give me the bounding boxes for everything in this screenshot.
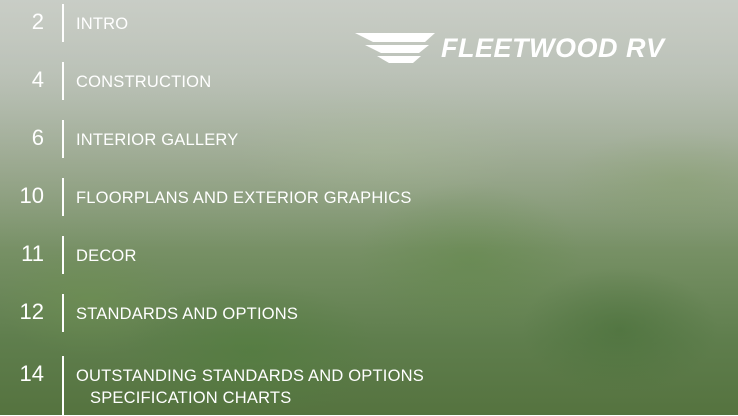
toc-title-line2: SPECIFICATION CHARTS <box>90 389 292 407</box>
toc-title: FLOORPLANS AND EXTERIOR GRAPHICS <box>76 189 412 207</box>
toc-divider <box>62 62 64 100</box>
toc-title: CONSTRUCTION <box>76 73 212 91</box>
toc-title: INTERIOR GALLERY <box>76 131 239 149</box>
toc-divider <box>62 236 64 274</box>
fleetwood-logo: FLEETWOOD RV <box>355 30 665 66</box>
logo-text: FLEETWOOD RV <box>441 32 665 63</box>
toc-divider <box>62 356 64 416</box>
toc-page-number: 14 <box>19 361 44 386</box>
toc-title: INTRO <box>76 15 129 33</box>
toc-page-number: 6 <box>31 125 44 150</box>
toc-page-number: 11 <box>21 241 44 266</box>
toc-divider <box>62 178 64 216</box>
toc-title: STANDARDS AND OPTIONS <box>76 305 299 323</box>
toc-page-number: 10 <box>19 183 44 208</box>
toc-title: OUTSTANDING STANDARDS AND OPTIONS <box>76 367 424 385</box>
toc-divider <box>62 4 64 42</box>
fleetwood-wings-icon <box>355 33 435 63</box>
toc-page-number: 12 <box>19 299 44 324</box>
toc-page-number: 4 <box>31 67 44 92</box>
toc-divider <box>62 120 64 158</box>
toc-page-number: 2 <box>31 9 44 34</box>
toc-divider <box>62 294 64 332</box>
toc-title: DECOR <box>76 247 137 265</box>
